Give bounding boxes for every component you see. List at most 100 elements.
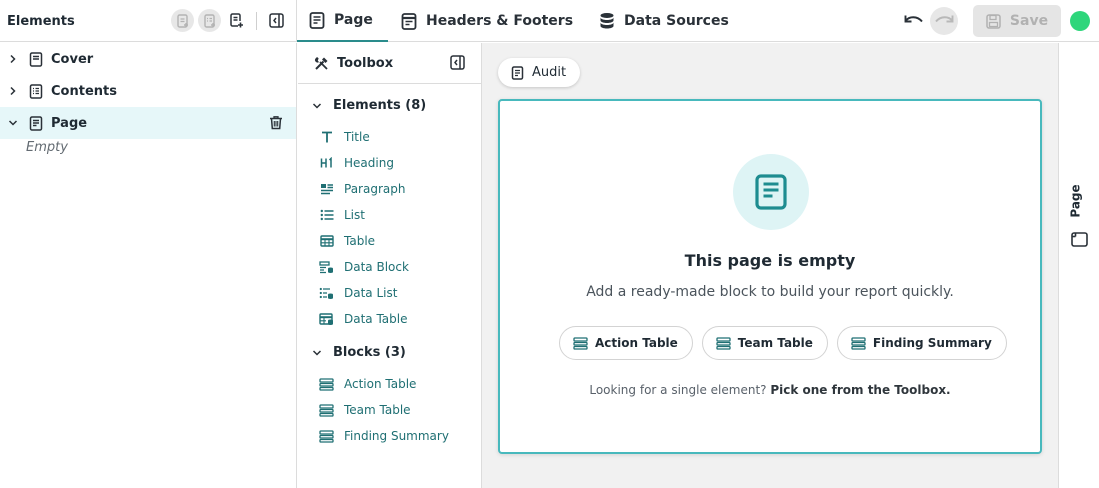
quick-add-finding-summary-button[interactable]: Finding Summary: [836, 326, 1007, 360]
collapse-elements-button[interactable]: [265, 9, 288, 32]
blocks-section-title: Blocks (3): [333, 345, 406, 360]
elements-panel-title: Elements: [7, 13, 75, 29]
tab-headers-footers[interactable]: Headers & Footers: [388, 0, 586, 42]
tool-table[interactable]: Table: [319, 231, 375, 251]
add-contents-icon: [203, 13, 215, 28]
tab-page[interactable]: Page: [297, 0, 388, 42]
editor-canvas: Audit This page is empty Add a ready-mad…: [482, 43, 1058, 488]
tool-data-block[interactable]: Data Block: [319, 257, 409, 277]
save-button[interactable]: Save: [973, 5, 1061, 37]
contents-page-icon: [28, 83, 44, 99]
audit-icon: [511, 65, 524, 80]
add-contents-button[interactable]: [198, 9, 221, 32]
elements-section-title: Elements (8): [333, 98, 427, 113]
quick-add-team-table-button[interactable]: Team Table: [701, 326, 828, 360]
tool-label: Table: [344, 234, 376, 248]
header-divider: [256, 11, 257, 30]
data-list-icon: [319, 287, 334, 300]
paragraph-icon: [319, 183, 334, 195]
undo-button[interactable]: [902, 9, 926, 33]
add-cover-icon: [176, 13, 188, 28]
undo-icon: [904, 15, 923, 23]
block-icon: [716, 336, 731, 350]
elements-panel-header: Elements: [0, 0, 297, 42]
tool-label: Action Table: [344, 377, 417, 391]
chevron-right-icon[interactable]: [7, 86, 18, 96]
tools-icon: [314, 56, 329, 71]
toolbox-title: Toolbox: [337, 55, 394, 71]
tree-item-label: Page: [51, 115, 88, 131]
save-icon: [986, 13, 1001, 29]
toolbox-header: Toolbox: [298, 43, 481, 84]
chevron-right-icon[interactable]: [7, 54, 18, 64]
tool-label: Team Table: [344, 403, 411, 417]
tool-label: Data Block: [344, 260, 409, 274]
tab-data-sources[interactable]: Data Sources: [586, 0, 742, 42]
delete-page-button[interactable]: [269, 115, 283, 134]
tool-finding-summary[interactable]: Finding Summary: [319, 426, 449, 446]
audit-button[interactable]: Audit: [498, 58, 581, 87]
add-page-icon: [230, 13, 243, 28]
page-properties-tab[interactable]: Page: [1068, 181, 1084, 221]
add-cover-button[interactable]: [171, 9, 194, 32]
tool-title[interactable]: Title: [319, 127, 370, 147]
tool-action-table[interactable]: Action Table: [319, 374, 416, 394]
empty-state-subtitle: Add a ready-made block to build your rep…: [586, 284, 954, 300]
data-table-icon: [319, 312, 334, 326]
tool-team-table[interactable]: Team Table: [319, 400, 411, 420]
top-bar: Elements Page Headers & Footers Data Sou…: [0, 0, 1099, 42]
tab-headers-footers-label: Headers & Footers: [426, 13, 574, 29]
page-properties-label: Page: [1069, 184, 1083, 218]
toolbox-hint: Looking for a single element? Pick one f…: [500, 383, 1040, 397]
add-page-button[interactable]: [225, 9, 248, 32]
title-icon: [319, 131, 334, 143]
tool-paragraph[interactable]: Paragraph: [319, 179, 405, 199]
audit-label: Audit: [532, 65, 567, 80]
hint-text: Looking for a single element?: [589, 383, 767, 397]
collapse-toolbox-button[interactable]: [450, 55, 465, 74]
list-icon: [319, 209, 334, 221]
tool-list[interactable]: List: [319, 205, 365, 225]
page-empty-note: Empty: [26, 140, 68, 155]
blocks-section-toggle[interactable]: Blocks (3): [312, 345, 406, 360]
database-icon: [600, 13, 614, 29]
tree-item-page[interactable]: Page: [0, 107, 296, 139]
tab-page-label: Page: [334, 12, 373, 28]
collapse-panel-icon: [269, 13, 284, 28]
tab-data-sources-label: Data Sources: [624, 13, 729, 29]
page-settings-icon[interactable]: [1071, 232, 1088, 251]
page-icon: [28, 115, 44, 131]
quick-add-action-table-button[interactable]: Action Table: [559, 326, 693, 360]
tool-data-table[interactable]: Data Table: [319, 309, 408, 329]
tool-heading[interactable]: Heading: [319, 153, 394, 173]
empty-page-illustration: [733, 154, 809, 230]
connection-status-indicator: [1070, 11, 1090, 31]
main-tabs: Page Headers & Footers Data Sources: [297, 0, 742, 42]
heading-icon: [319, 157, 334, 169]
tool-data-list[interactable]: Data List: [319, 283, 397, 303]
header-footer-icon: [401, 12, 417, 30]
tool-label: Heading: [344, 156, 394, 170]
hint-toolbox-link[interactable]: Pick one from the Toolbox.: [770, 383, 950, 397]
redo-button[interactable]: [930, 7, 958, 35]
tool-label: Data Table: [344, 312, 408, 326]
save-label: Save: [1009, 13, 1049, 29]
block-icon: [319, 403, 334, 417]
chevron-down-icon: [312, 102, 322, 110]
table-icon: [319, 235, 334, 247]
empty-state-title: This page is empty: [684, 251, 856, 270]
tree-item-contents[interactable]: Contents: [0, 75, 296, 107]
tool-label: Data List: [344, 286, 398, 300]
redo-icon: [935, 15, 954, 23]
tool-label: Paragraph: [344, 182, 406, 196]
page-card[interactable]: This page is empty Add a ready-made bloc…: [498, 99, 1042, 454]
block-icon: [573, 336, 588, 350]
tree-item-cover[interactable]: Cover: [0, 43, 296, 75]
elements-section-toggle[interactable]: Elements (8): [312, 98, 426, 113]
elements-tree: Cover Contents Page Empty: [0, 43, 297, 488]
block-icon: [319, 429, 334, 443]
quick-block-label: Action Table: [595, 336, 678, 350]
cover-page-icon: [28, 51, 44, 67]
chevron-down-icon[interactable]: [7, 119, 18, 127]
quick-block-row: Action Table Team Table Finding Summary: [559, 326, 1007, 360]
